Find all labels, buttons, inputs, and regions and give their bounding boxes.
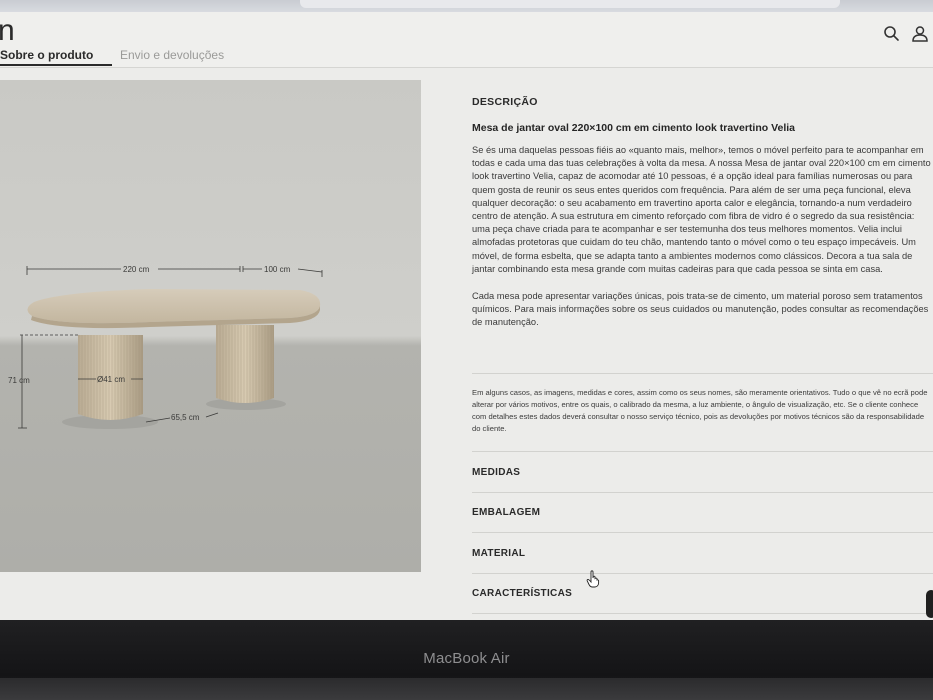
height-dimension: 71 cm <box>8 376 30 385</box>
laptop-base <box>0 678 933 700</box>
description-paragraph-2: Cada mesa pode apresentar variações únic… <box>472 291 929 328</box>
width-dimension: 100 cm <box>264 265 291 274</box>
tab-shipping-returns[interactable]: Envio e devoluções <box>120 48 224 62</box>
length-dimension: 220 cm <box>123 265 150 274</box>
device-label: MacBook Air <box>423 650 510 667</box>
leg-spacing-dimension: 65,5 cm <box>171 413 200 422</box>
web-page: n Sobre o produto Envio e devoluções 220… <box>0 12 933 620</box>
accordion-packaging[interactable]: EMBALAGEM <box>472 492 933 532</box>
browser-top-strip <box>0 0 933 12</box>
divider <box>472 373 933 374</box>
leg-diameter-dimension: Ø41 cm <box>97 375 125 384</box>
search-icon[interactable] <box>882 24 902 44</box>
divider <box>472 613 933 614</box>
description-heading: DESCRIÇÃO <box>472 96 538 108</box>
disclaimer-note: Em alguns casos, as imagens, medidas e c… <box>472 388 928 433</box>
accordion-measures[interactable]: MEDIDAS <box>472 452 933 492</box>
browser-address-bar[interactable] <box>300 0 840 8</box>
active-tab-indicator <box>0 64 112 66</box>
accordion-material[interactable]: MATERIAL <box>472 533 933 573</box>
description-paragraph-1: Se és uma daquelas pessoas fiéis ao «qua… <box>472 145 931 274</box>
site-header: n Sobre o produto Envio e devoluções <box>0 12 933 68</box>
user-icon[interactable] <box>910 24 930 44</box>
tab-about-product[interactable]: Sobre o produto <box>0 48 93 62</box>
hand-cursor-icon <box>586 570 600 588</box>
product-title: Mesa de jantar oval 220×100 cm em ciment… <box>472 122 796 134</box>
scroll-to-top-handle[interactable] <box>926 590 933 618</box>
accordion-features[interactable]: CARACTERÍSTICAS <box>472 573 933 613</box>
site-logo[interactable]: n <box>0 14 15 48</box>
product-image[interactable]: 220 cm 100 cm 71 cm Ø41 cm 65,5 cm <box>0 80 421 572</box>
description-section: DESCRIÇÃO Mesa de jantar oval 220×100 cm… <box>472 96 933 330</box>
